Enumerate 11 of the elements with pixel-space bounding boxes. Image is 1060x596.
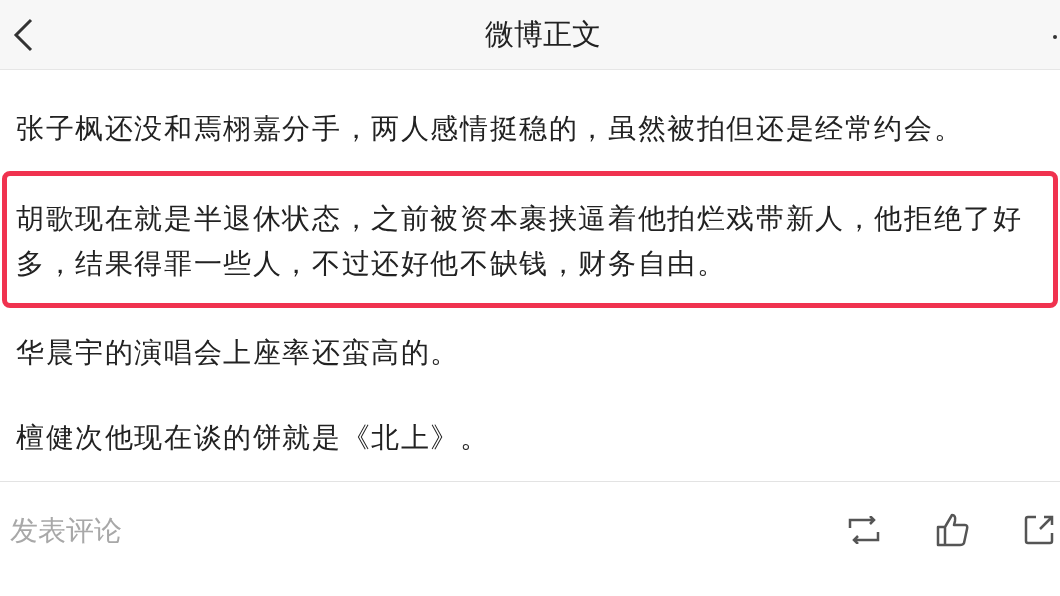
post-paragraph: 华晨宇的演唱会上座率还蛮高的。 <box>15 335 461 371</box>
repost-icon[interactable] <box>846 516 882 544</box>
comment-field[interactable]: 发表评论 <box>10 510 846 550</box>
more-icon[interactable] <box>1052 33 1058 40</box>
back-icon[interactable] <box>12 17 34 52</box>
page-title: 微博正文 <box>485 15 601 53</box>
post-paragraph: 张子枫还没和焉栩嘉分手，两人感情挺稳的，虽然被拍但还是经常约会。 <box>15 111 965 147</box>
thumbs-up-icon[interactable] <box>936 513 970 547</box>
highlighted-paragraph: 胡歌现在就是半退休状态，之前被资本裹挟逼着他拍烂戏带新人，他拒绝了好多，结果得罪一些人，不过还好他不缺钱，财务自由。 <box>2 171 1058 308</box>
post-paragraph: 檀健次他现在谈的饼就是《北上》。 <box>15 420 491 456</box>
share-icon[interactable] <box>1024 515 1054 545</box>
